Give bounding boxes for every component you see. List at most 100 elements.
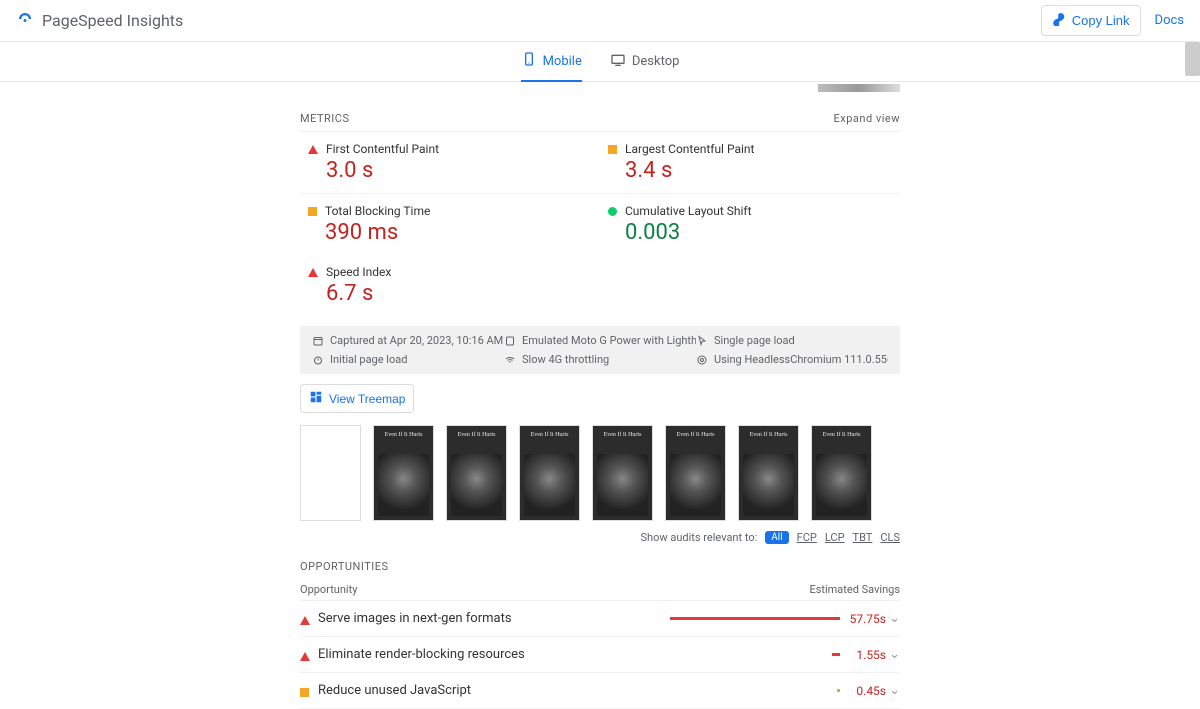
triangle-icon: [300, 616, 310, 625]
filmstrip-frame: Even If It Hurts: [592, 425, 653, 521]
chevron-down-icon[interactable]: ⌄: [886, 683, 900, 698]
device-tabs: Mobile Desktop: [0, 42, 1200, 82]
screenshot-strip: [300, 84, 900, 92]
filmstrip: Even If It Hurts Even If It Hurts Even If …: [300, 425, 900, 521]
chevron-down-icon[interactable]: ⌄: [886, 611, 900, 626]
frame-image: [378, 454, 429, 516]
metric-item: Largest Contentful Paint 3.4 s: [600, 132, 900, 194]
triangle-icon: [300, 652, 310, 661]
col-savings: Estimated Savings: [809, 583, 900, 596]
savings-value: 1.55s: [840, 648, 886, 662]
opportunity-row[interactable]: Serve images in next-gen formats 57.75s⌄: [300, 601, 900, 637]
audit-chip-all[interactable]: All: [765, 531, 788, 544]
opportunities-list: Serve images in next-gen formats57.75s⌄E…: [300, 601, 900, 709]
topbar: PageSpeed Insights Copy Link Docs: [0, 0, 1200, 42]
chevron-down-icon[interactable]: ⌄: [886, 647, 900, 662]
metric-item: Speed Index 6.7 s: [300, 255, 600, 316]
timer-icon: [312, 354, 324, 366]
metric-value: 0.003: [625, 220, 752, 245]
metric-item: Total Blocking Time 390 ms: [300, 194, 600, 255]
audit-link-lcp[interactable]: LCP: [825, 531, 845, 544]
metrics-grid: First Contentful Paint3.0 sLargest Conte…: [300, 131, 900, 316]
metric-value: 6.7 s: [326, 281, 391, 306]
view-treemap-button[interactable]: View Treemap: [300, 384, 414, 413]
copy-link-button[interactable]: Copy Link: [1041, 5, 1141, 36]
scrollbar-thumb[interactable]: [1185, 42, 1200, 76]
brand: PageSpeed Insights: [16, 10, 183, 32]
frame-image: [451, 454, 502, 516]
device-icon: [504, 335, 516, 347]
treemap-icon: [309, 390, 323, 407]
copy-link-label: Copy Link: [1072, 13, 1130, 28]
opportunity-title: Reduce unused JavaScript: [318, 683, 640, 698]
metric-item: First Contentful Paint3.0 s: [300, 132, 600, 194]
savings-bar: [832, 653, 840, 656]
opportunity-row[interactable]: Eliminate render-blocking resources 1.55s…: [300, 637, 900, 673]
metric-label: Cumulative Layout Shift: [625, 204, 752, 218]
filmstrip-frame: [300, 425, 361, 521]
metrics-title: METRICS: [300, 112, 350, 125]
frame-text: Even If It Hurts: [520, 432, 579, 439]
wifi-icon: [504, 354, 516, 366]
frame-text: Even If It Hurts: [812, 432, 871, 439]
filmstrip-frame: Even If It Hurts: [446, 425, 507, 521]
frame-image: [597, 454, 648, 516]
top-actions: Copy Link Docs: [1041, 5, 1184, 36]
env-captured: Captured at Apr 20, 2023, 10:16 AM EDT: [312, 334, 504, 347]
pagespeed-logo-icon: [16, 10, 34, 32]
frame-image: [743, 454, 794, 516]
tab-desktop-label: Desktop: [632, 54, 680, 69]
chrome-icon: [696, 354, 708, 366]
treemap-label: View Treemap: [329, 392, 405, 406]
app-title: PageSpeed Insights: [42, 11, 183, 30]
filmstrip-frame: Even If It Hurts: [738, 425, 799, 521]
expand-view-link[interactable]: Expand view: [834, 112, 900, 125]
opportunity-title: Eliminate render-blocking resources: [318, 647, 640, 662]
metric-value: 390 ms: [325, 220, 430, 245]
env-throttling: Slow 4G throttling: [504, 353, 696, 366]
frame-text: Even If It Hurts: [447, 432, 506, 439]
env-browser: Using HeadlessChromium 111.0.5563.146 wi…: [696, 353, 888, 366]
frame-image: [524, 454, 575, 516]
savings-bar: [670, 617, 840, 620]
docs-link[interactable]: Docs: [1155, 13, 1184, 28]
audits-label: Show audits relevant to:: [641, 531, 758, 544]
metric-value: 3.0 s: [326, 158, 439, 183]
metrics-header: METRICS Expand view: [300, 112, 900, 125]
pointer-icon: [696, 335, 708, 347]
link-icon: [1052, 12, 1066, 29]
filmstrip-frame: Even If It Hurts: [811, 425, 872, 521]
tab-mobile-label: Mobile: [543, 54, 582, 69]
col-opportunity: Opportunity: [300, 583, 357, 596]
environment-box: Captured at Apr 20, 2023, 10:16 AM EDT E…: [300, 326, 900, 374]
metric-label: Speed Index: [326, 265, 391, 279]
tab-desktop[interactable]: Desktop: [610, 42, 680, 82]
frame-text: Even If It Hurts: [374, 432, 433, 439]
frame-text: Even If It Hurts: [593, 432, 652, 439]
square-icon: [308, 207, 317, 216]
filmstrip-frame: Even If It Hurts: [519, 425, 580, 521]
square-icon: [300, 688, 309, 697]
metric-label: Total Blocking Time: [325, 204, 430, 218]
tab-mobile[interactable]: Mobile: [521, 42, 582, 82]
audit-link-tbt[interactable]: TBT: [853, 531, 873, 544]
mobile-icon: [521, 51, 537, 71]
triangle-icon: [308, 145, 318, 154]
audit-link-fcp[interactable]: FCP: [797, 531, 817, 544]
opportunities-title: OPPORTUNITIES: [300, 560, 900, 573]
circle-icon: [608, 207, 617, 216]
env-load-type: Single page load: [696, 334, 888, 347]
triangle-icon: [308, 268, 318, 277]
calendar-icon: [312, 335, 324, 347]
frame-image: [816, 454, 867, 516]
filmstrip-frame: Even If It Hurts: [665, 425, 726, 521]
opportunity-title: Serve images in next-gen formats: [318, 611, 640, 626]
frame-text: Even If It Hurts: [739, 432, 798, 439]
savings-value: 57.75s: [840, 612, 886, 626]
desktop-icon: [610, 52, 626, 72]
metric-value: 3.4 s: [625, 158, 754, 183]
opportunity-row[interactable]: Reduce unused JavaScript0.45s⌄: [300, 673, 900, 709]
audit-link-cls[interactable]: CLS: [880, 531, 900, 544]
metric-item: Cumulative Layout Shift 0.003: [600, 194, 900, 255]
metric-label: Largest Contentful Paint: [625, 142, 754, 156]
